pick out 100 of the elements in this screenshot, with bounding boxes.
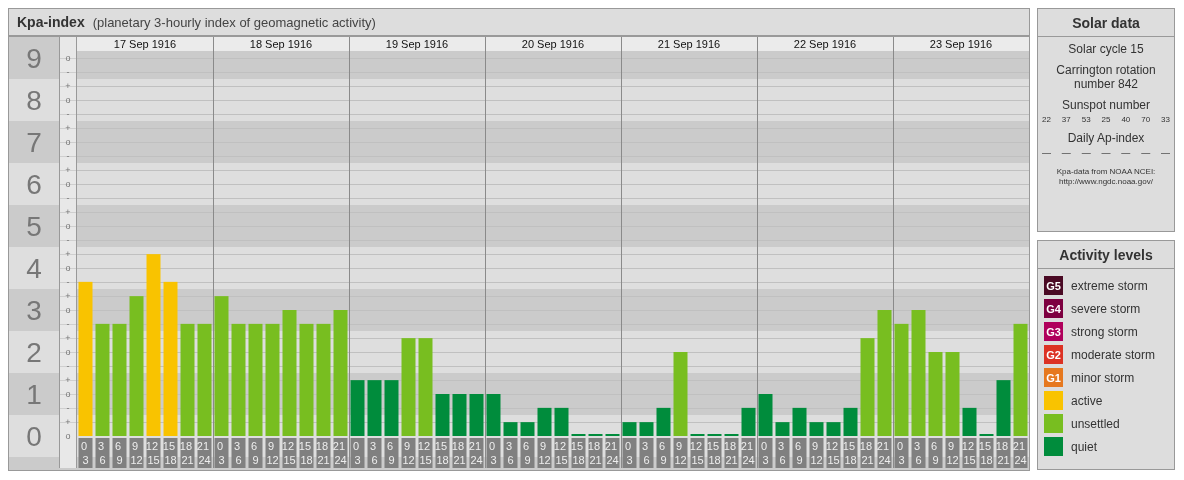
source-note: Kpa-data from NOAA NCEI: http://www.ngdc.noaa.gov/ [1055,167,1157,187]
bar [520,422,535,436]
bar [554,407,569,436]
time-label: 6 9 [792,438,807,468]
time-label: 12 15 [553,438,569,468]
axis-label: + [65,165,71,175]
panel-title: Solar data [1038,9,1174,37]
time-label: 15 18 [842,438,858,468]
bar [996,380,1011,436]
time-label: 12 15 [961,438,977,468]
time-label: 3 6 [231,438,246,468]
bar [758,394,773,436]
time-label: 0 3 [486,438,501,468]
axis-label: + [65,123,71,133]
axis-label: - [66,403,70,413]
ap-value: — [1061,148,1071,158]
ap-value: — [1101,148,1111,158]
axis-label: o [65,221,71,231]
time-label: 21 24 [1012,438,1028,468]
bar [826,422,841,436]
time-label: 15 18 [978,438,994,468]
sunspot-value: 22 [1042,115,1051,124]
time-label: 15 18 [706,438,722,468]
time-label: 21 24 [196,438,212,468]
axis-label: o [65,347,71,357]
level-badge: G5 [1044,276,1063,295]
bar [741,407,756,436]
bar [350,380,365,436]
axis-label: o [65,389,71,399]
time-label: 3 6 [367,438,382,468]
day-label: 21 Sep 1916 [657,38,721,50]
sunspot-value: 53 [1081,115,1091,124]
axis-label: 6 [26,169,42,200]
time-label: 18 21 [587,438,603,468]
bar [622,422,637,436]
axis-label: 2 [26,337,42,368]
time-label: 0 3 [214,438,229,468]
level-label: strong storm [1071,324,1138,339]
time-label: 9 12 [945,438,960,468]
time-label: 0 3 [758,438,773,468]
time-label: 18 21 [995,438,1011,468]
time-label: 15 18 [434,438,450,468]
level-label: extreme storm [1071,278,1148,293]
solar-cycle-text: Solar cycle 15 [1068,42,1144,56]
bar [503,422,518,436]
time-label: 9 12 [401,438,416,468]
time-label: 0 3 [350,438,365,468]
time-label: 9 12 [537,438,552,468]
time-label: 3 6 [775,438,790,468]
level-label: unsettled [1071,416,1120,431]
bar [656,407,671,436]
time-label: 18 21 [859,438,875,468]
bar [452,394,467,436]
bar [435,394,450,436]
axis-label: - [66,193,70,203]
sunspot-value: 37 [1061,115,1071,124]
bar [962,407,977,436]
sunspot-value: 33 [1161,115,1170,124]
axis-label: - [66,361,70,371]
time-label: 6 9 [520,438,535,468]
level-badge: G2 [1044,345,1063,364]
axis-label: - [66,67,70,77]
axis-label: o [65,305,71,315]
axis-label: - [66,319,70,329]
level-label: moderate storm [1071,347,1156,362]
axis-label: o [65,95,71,105]
time-label: 3 6 [95,438,110,468]
axis-label: 4 [26,253,42,284]
time-label: 15 18 [570,438,586,468]
axis-label: o [65,431,71,441]
level-label: minor storm [1071,370,1135,385]
bar [537,407,552,436]
ap-label: Daily Ap-index [1067,131,1145,145]
bar [367,380,382,436]
bar [384,380,399,436]
day-label: 23 Sep 1916 [929,38,993,50]
time-label: 6 9 [928,438,943,468]
time-label: 18 21 [179,438,195,468]
panel-title: Activity levels [1038,241,1174,269]
carrington-text: Carrington rotation number 842 [1055,63,1157,91]
axis-label: - [66,277,70,287]
time-label: 9 12 [265,438,280,468]
axis-label: 8 [26,85,42,116]
axis-label: 3 [26,295,42,326]
time-label: 21 24 [604,438,620,468]
axis-label: 0 [26,421,42,452]
axis-label: 1 [26,379,42,410]
time-label: 9 12 [809,438,824,468]
ap-value: — [1121,148,1131,158]
chart-subtitle: (planetary 3-hourly index of geomagnetic activity) [92,14,376,30]
axis-label: o [65,137,71,147]
ap-value: — [1141,148,1151,158]
level-label: severe storm [1071,301,1141,316]
axis-label: + [65,291,71,301]
sunspot-value: 70 [1141,115,1151,124]
axis-label: 7 [26,127,42,158]
time-label: 15 18 [162,438,178,468]
time-label: 21 24 [740,438,756,468]
time-label: 18 21 [723,438,739,468]
sunspot-label: Sunspot number [1061,98,1151,112]
